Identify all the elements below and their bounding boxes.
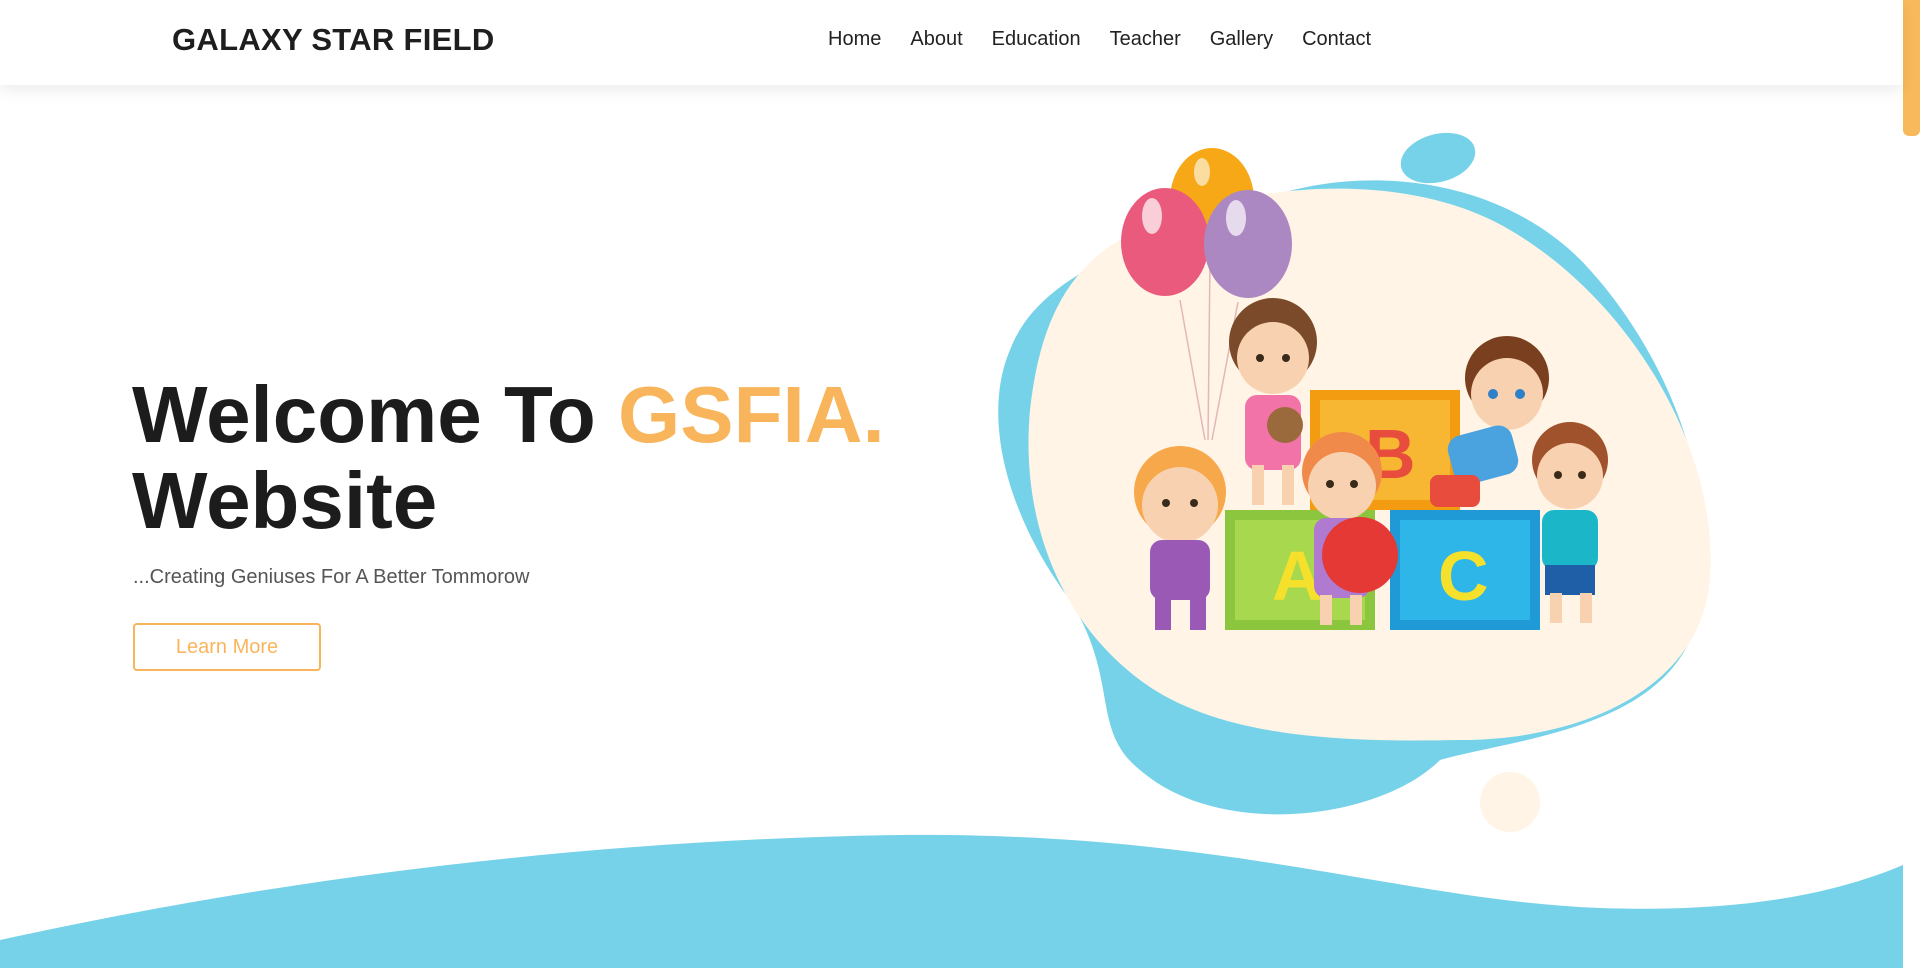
scrollbar-thumb[interactable] (1903, 0, 1920, 136)
main-nav: Home About Education Teacher Gallery Con… (828, 28, 1400, 51)
block-c-label: C (1438, 537, 1489, 615)
nav-contact[interactable]: Contact (1302, 28, 1371, 51)
nav-home[interactable]: Home (828, 28, 881, 51)
learn-more-button[interactable]: Learn More (133, 623, 321, 671)
nav-gallery[interactable]: Gallery (1210, 28, 1273, 51)
small-blue-blob (1400, 132, 1476, 184)
block-c-icon: C (1390, 510, 1540, 630)
nav-teacher[interactable]: Teacher (1110, 28, 1181, 51)
hero-title-line2: Website (132, 456, 438, 545)
hero-title-accent: GSFIA. (618, 370, 885, 459)
nav-education[interactable]: Education (992, 28, 1081, 51)
site-header: GALAXY STAR FIELD Home About Education T… (0, 0, 1903, 85)
site-logo[interactable]: GALAXY STAR FIELD (172, 22, 495, 58)
bottom-wave (0, 834, 1903, 968)
nav-about[interactable]: About (910, 28, 962, 51)
hero-title: Welcome To GSFIA. Website (132, 372, 885, 544)
scrollbar-track[interactable] (1903, 0, 1920, 968)
hero-title-line1: Welcome To (132, 370, 596, 459)
kids-illustration: B A C (998, 132, 1711, 832)
hero-tagline: ...Creating Geniuses For A Better Tommor… (133, 566, 530, 588)
